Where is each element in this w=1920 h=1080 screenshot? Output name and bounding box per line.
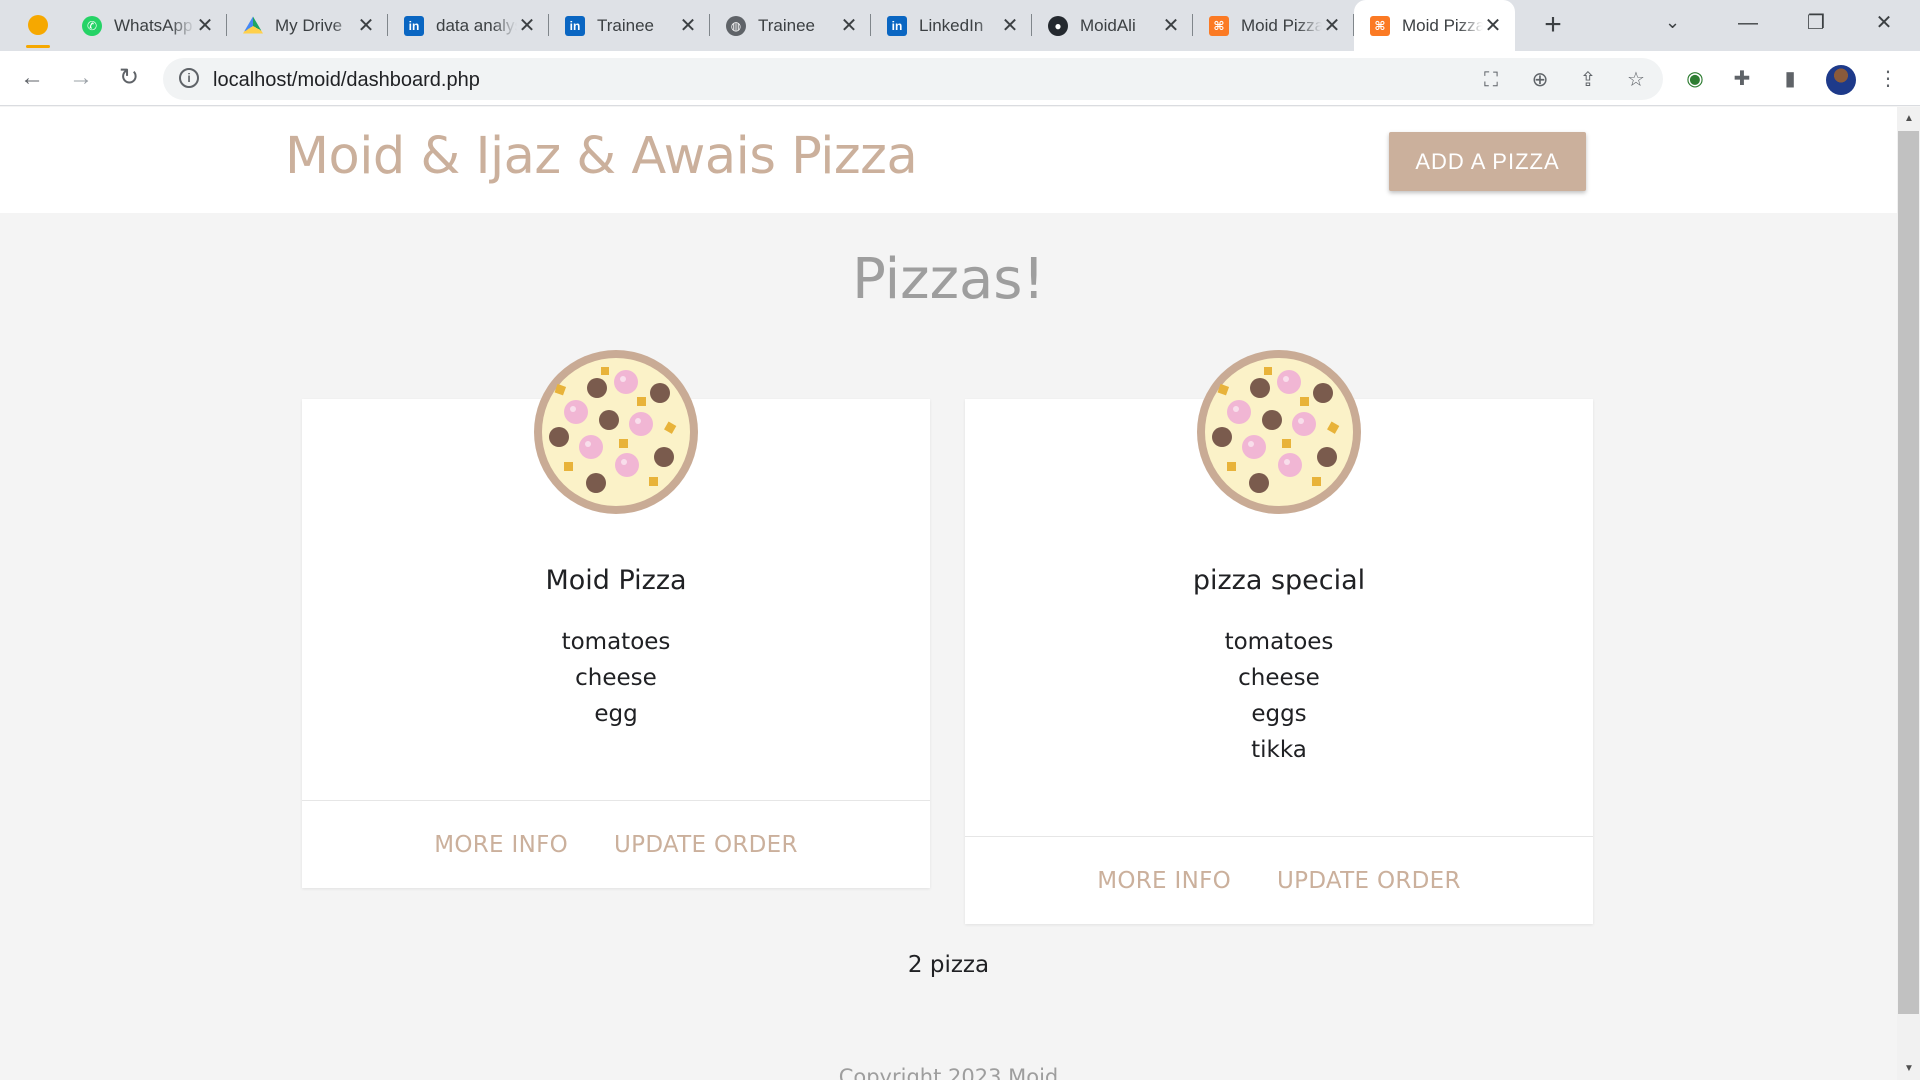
site-info-icon[interactable]: i [179,68,199,88]
close-window-button[interactable]: ✕ [1854,6,1914,40]
close-icon[interactable]: ✕ [1000,13,1020,38]
scroll-up-arrow-icon[interactable]: ▲ [1900,110,1918,128]
pizza-count: 2 pizza [907,952,990,978]
restore-button[interactable]: ❐ [1786,6,1846,40]
tab-title: My Drive [275,15,343,35]
tab-linkedin[interactable]: in LinkedIn ✕ [871,0,1032,51]
footer-copyright: Copyright 2023 Moid [838,1065,1059,1080]
site-header: Moid & Ijaz & Awais Pizza ADD A PIZZA [0,107,1897,213]
back-arrow-icon[interactable]: ← [15,61,49,95]
zoom-icon[interactable]: ⊕ [1528,68,1552,92]
tab-github[interactable]: ● MoidAli ✕ [1032,0,1193,51]
tab-whatsapp[interactable]: ✆ WhatsApp ✕ [66,0,227,51]
ingredient-item: tikka [1251,737,1307,763]
extensions-puzzle-icon[interactable]: ✚ [1730,67,1754,91]
google-drive-icon [243,16,263,34]
tab-moid-pizza-1[interactable]: ⌘ Moid Pizza ✕ [1193,0,1354,51]
ingredient-list: tomatoes cheese egg [302,624,930,732]
scroll-down-arrow-icon[interactable]: ▼ [1900,1060,1918,1078]
tab-trainee-web[interactable]: ◍ Trainee ✕ [710,0,871,51]
extension-globe-icon[interactable]: ◉ [1683,67,1707,91]
linkedin-icon: in [565,15,585,36]
close-icon[interactable]: ✕ [356,13,376,38]
globe-icon: ◍ [726,15,746,36]
ingredient-item: cheese [575,665,657,691]
address-bar[interactable]: i localhost/moid/dashboard.php ⛶ ⊕ ⇪ ☆ [163,58,1663,100]
more-info-link[interactable]: MORE INFO [434,832,568,858]
xampp-icon: ⌘ [1370,15,1390,36]
translate-icon[interactable]: ⛶ [1479,68,1503,92]
tab-moid-pizza-active[interactable]: ⌘ Moid Pizza ✕ [1354,0,1515,51]
reload-icon[interactable]: ↻ [112,61,146,95]
tab-title: data analyst [436,15,517,35]
close-icon[interactable]: ✕ [839,13,859,38]
profile-avatar[interactable] [1826,65,1856,95]
ingredient-item: tomatoes [561,629,671,655]
close-icon[interactable]: ✕ [1161,13,1181,38]
tab-title: WhatsApp [114,15,193,35]
tab-search-chevron-icon[interactable]: ⌄ [1665,12,1680,33]
tab-my-drive[interactable]: My Drive ✕ [227,0,388,51]
ingredient-item: tomatoes [1224,629,1334,655]
close-icon[interactable]: ✕ [195,13,215,38]
tab-strip: ✆ WhatsApp ✕ My Drive ✕ in data analyst … [0,0,1920,51]
card-actions: MORE INFO UPDATE ORDER [302,800,930,888]
page-title: Pizzas! [852,247,1045,312]
page-viewport: Moid & Ijaz & Awais Pizza ADD A PIZZA Pi… [0,107,1897,1080]
brand-logo-text[interactable]: Moid & Ijaz & Awais Pizza [285,127,918,186]
tab-title: Trainee [597,15,655,35]
browser-toolbar: ← → ↻ i localhost/moid/dashboard.php ⛶ ⊕… [0,51,1920,106]
menu-kebab-icon[interactable]: ⋮ [1876,67,1900,91]
ingredient-item: egg [594,701,638,727]
more-info-link[interactable]: MORE INFO [1097,868,1231,894]
ingredient-list: tomatoes cheese eggs tikka [965,624,1593,768]
card-actions: MORE INFO UPDATE ORDER [965,836,1593,924]
linkedin-icon: in [887,15,907,36]
new-tab-button[interactable]: + [1536,8,1570,42]
tab-title: LinkedIn [919,15,984,35]
tab-trainee-linkedin[interactable]: in Trainee ✕ [549,0,710,51]
forward-arrow-icon[interactable]: → [64,61,98,95]
tab-data-analyst[interactable]: in data analyst ✕ [388,0,549,51]
pizza-card: Moid Pizza tomatoes cheese egg MORE INFO… [302,350,930,888]
close-icon[interactable]: ✕ [678,13,698,38]
pizza-name: pizza special [1192,565,1366,596]
bookmark-star-icon[interactable]: ☆ [1624,68,1648,92]
profile-indicator-icon[interactable] [28,15,48,35]
tab-title: MoidAli [1080,15,1136,35]
update-order-link[interactable]: UPDATE ORDER [1277,868,1461,894]
whatsapp-icon: ✆ [82,15,102,36]
ingredient-item: cheese [1238,665,1320,691]
xampp-icon: ⌘ [1209,15,1229,36]
tab-title: Moid Pizza [1402,15,1483,35]
tab-title: Moid Pizza [1241,15,1322,35]
share-icon[interactable]: ⇪ [1576,68,1600,92]
pizza-name: Moid Pizza [545,565,687,596]
close-icon[interactable]: ✕ [1483,13,1503,38]
scrollbar-thumb[interactable] [1898,131,1919,1014]
ingredient-item: eggs [1251,701,1307,727]
linkedin-icon: in [404,15,424,36]
minimize-button[interactable]: — [1718,6,1778,40]
pizza-icon [1197,350,1361,514]
tab-list: ✆ WhatsApp ✕ My Drive ✕ in data analyst … [66,0,1515,51]
side-panel-icon[interactable]: ▮ [1778,67,1802,91]
close-icon[interactable]: ✕ [1322,13,1342,38]
profile-indicator-underline [26,45,50,48]
pizza-icon [534,350,698,514]
url-text[interactable]: localhost/moid/dashboard.php [213,69,480,92]
pizza-card: pizza special tomatoes cheese eggs tikka… [965,350,1593,924]
github-icon: ● [1048,15,1068,36]
tab-title: Trainee [758,15,816,35]
add-pizza-button[interactable]: ADD A PIZZA [1389,132,1586,191]
update-order-link[interactable]: UPDATE ORDER [614,832,798,858]
close-icon[interactable]: ✕ [517,13,537,38]
